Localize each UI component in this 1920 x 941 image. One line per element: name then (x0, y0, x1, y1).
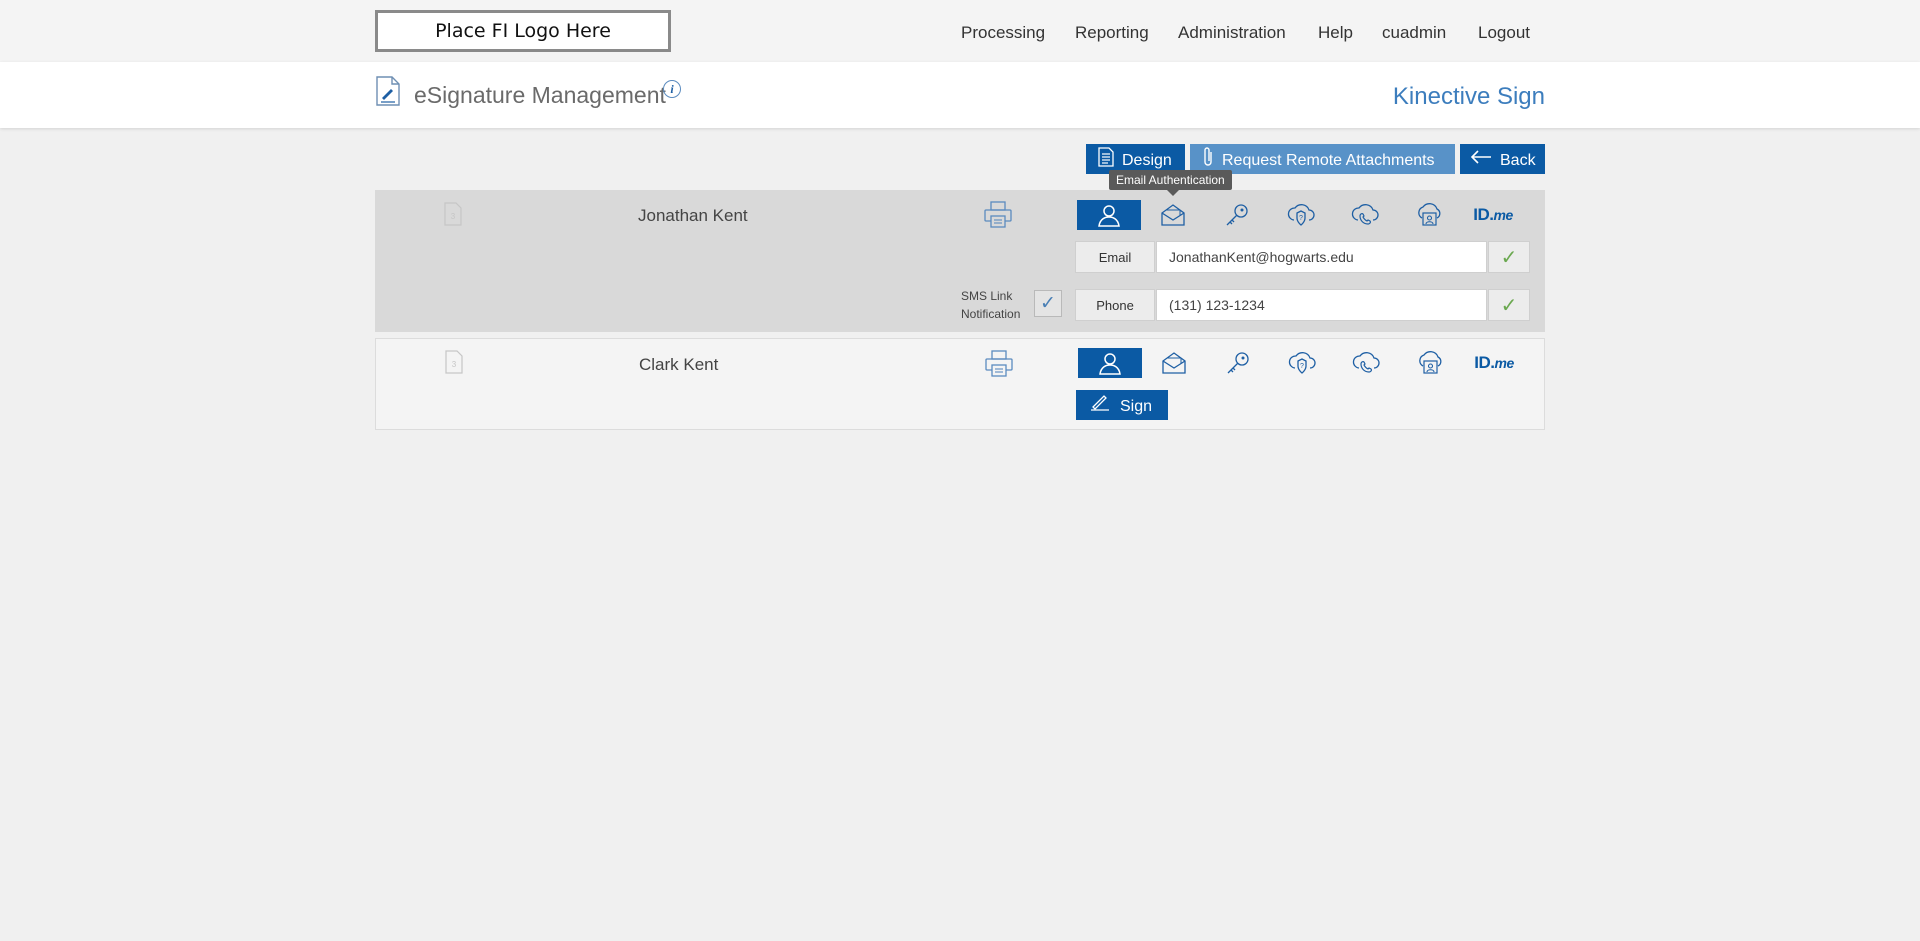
nav-logout[interactable]: Logout (1478, 23, 1530, 43)
person-icon[interactable] (1078, 348, 1142, 378)
email-authentication-tooltip: Email Authentication (1109, 170, 1232, 196)
phone-field[interactable] (1156, 289, 1487, 321)
sign-button-label: Sign (1120, 397, 1153, 415)
key-icon[interactable] (1206, 348, 1270, 378)
request-remote-attachments-label: Request Remote Attachments (1222, 152, 1435, 169)
sms-notification-checkbox[interactable]: ✓ (1034, 290, 1062, 317)
authentication-methods: ? ID.me (1078, 348, 1526, 378)
nav-processing[interactable]: Processing (961, 23, 1045, 43)
svg-text:?: ? (1299, 215, 1303, 222)
nav-administration[interactable]: Administration (1178, 23, 1286, 43)
id-card-icon[interactable] (1398, 348, 1462, 378)
idme-icon[interactable]: ID.me (1462, 348, 1526, 378)
list-document-icon (1098, 146, 1114, 172)
signing-order-number: 3 (452, 360, 457, 369)
printer-icon[interactable] (983, 201, 1013, 234)
page-header (0, 62, 1920, 128)
signing-order-icon: 3 (443, 350, 465, 381)
svg-text:?: ? (1300, 363, 1304, 370)
phone-icon[interactable] (1333, 200, 1397, 230)
sign-button[interactable]: Sign (1076, 390, 1168, 420)
email-verified-check-icon: ✓ (1488, 241, 1530, 273)
phone-verified-check-icon: ✓ (1488, 289, 1530, 321)
page-title: eSignature Management (414, 82, 666, 108)
nav-help[interactable]: Help (1318, 23, 1353, 43)
fi-logo-placeholder: Place FI Logo Here (375, 10, 671, 52)
signer-name: Jonathan Kent (638, 206, 748, 225)
brand-name: Kinective Sign (1392, 83, 1545, 110)
info-icon[interactable]: i (663, 80, 681, 98)
phone-icon[interactable] (1334, 348, 1398, 378)
phone-label: Phone (1075, 289, 1155, 321)
top-nav-bar: Place FI Logo Here Processing Reporting … (0, 0, 1920, 62)
envelope-icon[interactable] (1142, 348, 1206, 378)
pen-icon (1090, 394, 1110, 416)
signer-row: 3 Jonathan Kent ? ID.me Email JonathanKe… (375, 190, 1545, 332)
design-button-label: Design (1122, 152, 1172, 169)
back-button[interactable]: Back (1460, 144, 1545, 174)
envelope-icon[interactable] (1141, 200, 1205, 230)
idme-icon[interactable]: ID.me (1461, 200, 1525, 230)
paperclip-icon (1202, 146, 1214, 173)
signer-row: 3 Clark Kent ? ID.me Sign (375, 338, 1545, 430)
nav-reporting[interactable]: Reporting (1075, 23, 1149, 43)
arrow-left-icon (1470, 149, 1492, 169)
signature-document-icon (376, 76, 400, 111)
key-icon[interactable] (1205, 200, 1269, 230)
sms-link-notification-label: SMS Link Notification (961, 289, 1021, 321)
signer-name: Clark Kent (639, 355, 719, 374)
person-icon[interactable] (1077, 200, 1141, 230)
authentication-methods: ? ID.me (1077, 200, 1525, 230)
back-button-label: Back (1500, 152, 1536, 169)
nav-user[interactable]: cuadmin (1382, 23, 1446, 43)
shield-question-icon[interactable]: ? (1270, 348, 1334, 378)
id-card-icon[interactable] (1397, 200, 1461, 230)
signing-order-icon: 3 (442, 202, 464, 233)
shield-question-icon[interactable]: ? (1269, 200, 1333, 230)
email-label: Email (1075, 241, 1155, 273)
printer-icon[interactable] (984, 350, 1014, 383)
email-field[interactable] (1156, 241, 1487, 273)
signing-order-number: 3 (451, 212, 456, 221)
